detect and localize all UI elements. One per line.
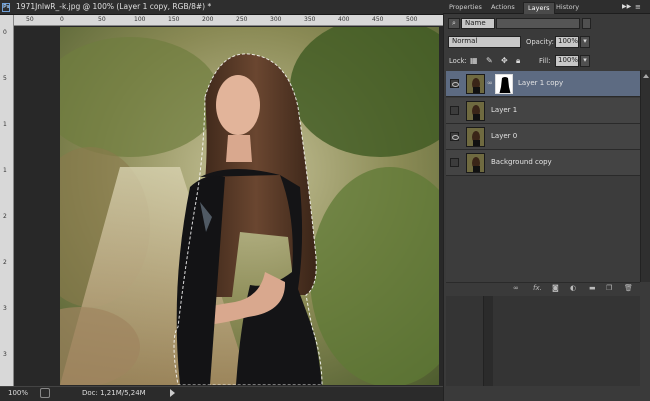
ruler-label: 1	[3, 121, 7, 128]
trash-icon[interactable]: 🗑︎	[624, 284, 633, 292]
layers-empty-area	[446, 176, 640, 282]
scroll-up-arrow-icon[interactable]	[643, 74, 649, 78]
layers-scrollbar[interactable]	[640, 70, 650, 282]
photoshop-logo-icon: Ps	[2, 3, 10, 12]
layer-thumbnail	[466, 101, 485, 121]
ruler-label: 50	[98, 16, 106, 23]
opacity-value: 100%	[558, 37, 579, 45]
blend-mode-value: Normal	[452, 37, 478, 45]
visibility-eye-icon[interactable]	[450, 132, 459, 141]
ruler-label: 200	[202, 16, 214, 23]
status-bar	[0, 386, 443, 401]
fill-label: Fill:	[539, 57, 551, 65]
ruler-label: 350	[304, 16, 316, 23]
ruler-label: 5	[3, 75, 7, 82]
fill-dropdown-icon[interactable]: ▾	[580, 55, 590, 67]
filter-toggle-icon[interactable]	[582, 18, 591, 29]
status-menu-arrow-icon[interactable]	[170, 389, 175, 397]
filter-type-icon[interactable]: ⌕	[448, 18, 460, 29]
ruler-label: 2	[3, 213, 7, 220]
layer-row[interactable]: Layer 0	[446, 124, 640, 150]
ruler-label: 150	[168, 16, 180, 23]
tab-properties[interactable]: Properties	[445, 2, 486, 14]
ruler-label: 1	[3, 167, 7, 174]
layer-name[interactable]: Layer 1	[491, 106, 517, 114]
canvas-image[interactable]	[60, 27, 439, 385]
layer-name[interactable]: Layer 0	[491, 132, 517, 140]
opacity-dropdown-icon[interactable]: ▾	[580, 36, 590, 48]
layer-name[interactable]: Layer 1 copy	[518, 79, 563, 87]
opacity-label: Opacity:	[526, 38, 554, 46]
status-info-icon[interactable]	[40, 388, 50, 398]
group-icon[interactable]: ▬	[589, 284, 596, 292]
lock-all-icon[interactable]: 🔒︎	[516, 56, 520, 66]
layer-row[interactable]: ∞ Layer 1 copy	[446, 71, 640, 97]
fill-input[interactable]: 100%	[555, 55, 579, 67]
panel-tab-bar: Properties Actions Layers History	[443, 0, 650, 14]
visibility-eye-icon[interactable]	[450, 106, 459, 115]
ruler-label: 0	[60, 16, 64, 23]
ruler-horizontal[interactable]: 50 0 50 100 150 200 250 300 350 400 450 …	[14, 15, 443, 26]
layer-thumbnail	[466, 153, 485, 173]
ruler-label: 100	[134, 16, 146, 23]
layer-mask-thumbnail[interactable]	[495, 74, 513, 94]
document-title[interactable]: 1971JnlwR_-k.jpg @ 100% (Layer 1 copy, R…	[16, 2, 211, 11]
adjustment-icon[interactable]: ◐	[570, 284, 576, 292]
layer-thumbnail	[466, 74, 485, 94]
document-info: Doc: 1,21M/5,24M	[82, 389, 146, 397]
visibility-eye-icon[interactable]	[450, 158, 459, 167]
ruler-label: 0	[3, 29, 7, 36]
tab-history[interactable]: History	[552, 2, 583, 14]
opacity-input[interactable]: 100%	[555, 36, 579, 48]
ruler-label: 50	[26, 16, 34, 23]
layer-row[interactable]: Layer 1	[446, 98, 640, 124]
ruler-label: 400	[338, 16, 350, 23]
lock-image-icon[interactable]: ✎	[486, 56, 493, 65]
lock-transparent-icon[interactable]: ▦	[470, 56, 478, 65]
tab-layers[interactable]: Layers	[523, 2, 555, 14]
photo-illustration	[60, 27, 439, 385]
filter-search-field[interactable]	[496, 18, 580, 29]
panel-menu-icon[interactable]: ≡	[635, 3, 641, 11]
chain-link-icon[interactable]: ∞	[487, 79, 493, 87]
collapse-panel-icon[interactable]: ▶▶	[622, 3, 631, 10]
link-layers-icon[interactable]: ∞	[513, 284, 519, 292]
filter-kind-select[interactable]: Name	[461, 18, 495, 29]
layer-row[interactable]: Background copy	[446, 150, 640, 176]
ruler-label: 300	[270, 16, 282, 23]
ruler-label: 3	[3, 351, 7, 358]
ruler-vertical[interactable]: 0 5 1 1 2 2 3 3	[0, 15, 14, 386]
tab-actions[interactable]: Actions	[487, 2, 519, 14]
lock-label: Lock:	[449, 57, 467, 65]
secondary-scrollbar[interactable]	[483, 296, 493, 386]
visibility-eye-icon[interactable]	[450, 79, 459, 88]
fill-value: 100%	[558, 56, 579, 64]
ruler-label: 2	[3, 259, 7, 266]
zoom-level[interactable]: 100%	[8, 389, 28, 397]
layer-name[interactable]: Background copy	[491, 158, 552, 166]
blend-mode-select[interactable]: Normal	[448, 36, 521, 48]
secondary-panel	[446, 296, 640, 386]
ruler-label: 3	[3, 305, 7, 312]
lock-position-icon[interactable]: ✥	[501, 56, 508, 65]
layer-thumbnail	[466, 127, 485, 147]
ruler-label: 250	[236, 16, 248, 23]
ruler-label: 500	[406, 16, 418, 23]
add-mask-icon[interactable]: ◙	[552, 284, 559, 292]
fx-icon[interactable]: fx.	[533, 284, 542, 292]
filter-kind-value: Name	[465, 19, 486, 27]
new-layer-icon[interactable]: ❐	[606, 284, 612, 292]
ruler-label: 450	[372, 16, 384, 23]
